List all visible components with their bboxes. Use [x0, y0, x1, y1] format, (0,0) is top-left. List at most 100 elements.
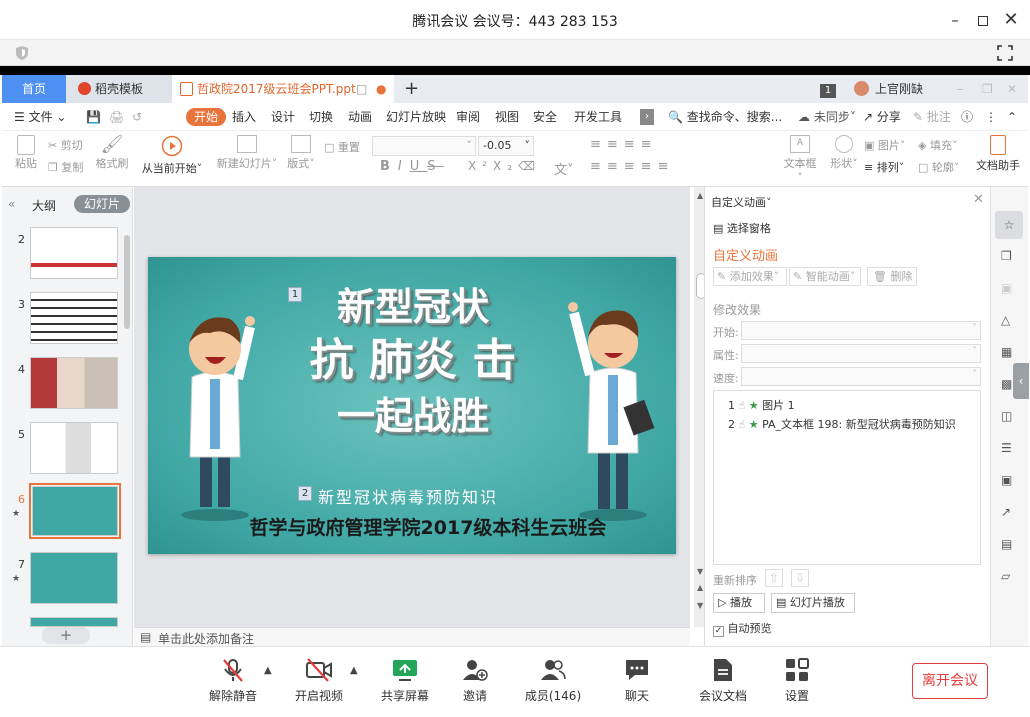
new-slide-button[interactable]: 新建幻灯片˅ [216, 135, 278, 171]
thumbnail-scrollbar[interactable] [124, 235, 130, 329]
slide-subtitle[interactable]: 新型冠状病毒预防知识 [318, 484, 498, 508]
quick-access-icons[interactable]: 💾🖨↺ [86, 103, 150, 131]
tab-slideshow[interactable]: 幻灯片放映 [386, 103, 446, 131]
tab-home[interactable]: 首页 [2, 75, 66, 103]
tab-insert[interactable]: 插入 [232, 103, 256, 131]
delete-effect-button[interactable]: 🗑 删除 [867, 267, 917, 286]
animation-item[interactable]: 1 ☝ ★ 图片 1 [728, 397, 795, 413]
wps-close-button[interactable]: ✕ [1007, 75, 1021, 103]
more-icon[interactable]: ⋮ [985, 103, 997, 131]
shape-button[interactable]: 形状˅ [828, 135, 860, 171]
file-menu[interactable]: ☰ 文件 ⌄ [14, 103, 66, 131]
layout-button[interactable]: 版式˅ [286, 135, 316, 171]
add-effect-button[interactable]: ✎ 添加效果˅ [713, 267, 787, 286]
slide-footer[interactable]: 哲学与政府管理学院2017级本科生云班会 [228, 513, 628, 540]
members-button[interactable]: 成员(146) [516, 657, 590, 704]
invite-button[interactable]: 邀请 [440, 657, 510, 704]
archive-icon[interactable]: ▤ [1001, 537, 1012, 551]
font-family-select[interactable]: ˅ [372, 136, 476, 156]
cut-button[interactable]: ✂ 剪切 [48, 137, 83, 153]
grid-icon[interactable]: ▩ [1001, 377, 1012, 391]
tab-template[interactable]: 稻壳模板 [66, 75, 172, 103]
slide-thumbnail[interactable] [30, 617, 118, 627]
export-icon[interactable]: ↗ [1001, 505, 1011, 519]
annotate-button[interactable]: ✎ 批注 [913, 103, 951, 131]
tab-review[interactable]: 审阅 [456, 103, 480, 131]
minimize-button[interactable]: – [943, 8, 967, 32]
copy-button[interactable]: ❐ 复制 [48, 159, 83, 175]
autopreview-checkbox[interactable]: ✓ 自动预览 [713, 620, 772, 637]
arrange-button[interactable]: ≡ 排列˅ [864, 159, 904, 175]
wps-restore-button[interactable]: ❐ [982, 75, 996, 103]
animation-tag[interactable]: 1 [288, 287, 302, 302]
audio-options-icon[interactable]: ▲ [264, 665, 272, 676]
window-icon[interactable]: □ [356, 75, 367, 103]
move-up-button[interactable]: ⇧ [765, 569, 783, 587]
tab-security[interactable]: 安全 [533, 103, 557, 131]
animation-tool-icon[interactable]: ☆ [995, 211, 1023, 239]
doc-assistant-button[interactable]: 文档助手 [974, 135, 1022, 173]
speed-select[interactable]: ˅ [741, 367, 981, 386]
shield-icon[interactable] [14, 45, 30, 61]
new-tab-button[interactable]: + [404, 75, 424, 103]
table-icon[interactable]: ▦ [1001, 345, 1012, 359]
outline-tab[interactable]: 大纲 [32, 197, 56, 214]
slide-thumbnail[interactable] [30, 552, 118, 604]
tab-view[interactable]: 视图 [495, 103, 519, 131]
tab-design[interactable]: 设计 [271, 103, 295, 131]
prev-slide-icon[interactable]: ▲ [697, 583, 703, 592]
share-button[interactable]: ↗ 分享 [863, 103, 901, 131]
scroll-up-icon[interactable]: ▲ [697, 191, 703, 200]
settings-button[interactable]: 设置 [762, 657, 832, 704]
reset-button[interactable]: □ 重置 [324, 139, 360, 155]
collapse-ribbon-icon[interactable]: ⌃ [1007, 103, 1017, 131]
next-slide-icon[interactable]: ▼ [697, 601, 703, 610]
slide-thumbnail[interactable] [30, 422, 118, 474]
font-color-button[interactable]: 文˅ [554, 159, 574, 178]
slide-thumbnail[interactable] [30, 357, 118, 409]
video-options-icon[interactable]: ▲ [350, 665, 358, 676]
share-screen-button[interactable]: 共享屏幕 [370, 657, 440, 704]
add-slide-button[interactable]: + [42, 627, 90, 644]
property-select[interactable]: ˅ [741, 344, 981, 363]
command-search[interactable]: 🔍 查找命令、搜索... [668, 103, 782, 131]
share-tool-icon[interactable]: ▱ [1001, 569, 1010, 583]
tab-transition[interactable]: 切换 [309, 103, 333, 131]
animation-tag[interactable]: 2 [298, 486, 312, 501]
transition-tool-icon[interactable]: ❐ [1001, 249, 1012, 263]
outline-button[interactable]: □ 轮廓˅ [918, 159, 959, 175]
start-video-button[interactable]: 开启视频 [284, 657, 354, 704]
panel-close-icon[interactable]: ✕ [973, 192, 984, 207]
slide-thumbnail[interactable] [30, 227, 118, 279]
format-painter-button[interactable]: 🖌 格式刷 [94, 135, 130, 171]
start-select[interactable]: ˅ [741, 321, 981, 340]
picture-button[interactable]: ▣ 图片˅ [864, 137, 905, 153]
disabled-tool-icon[interactable]: ▣ [1001, 281, 1012, 295]
chart-icon[interactable]: ◫ [1001, 409, 1012, 423]
animation-item[interactable]: 2 ☝ ★ PA_文本框 198: 新型冠状病毒预防知识 [728, 416, 956, 432]
tab-animation[interactable]: 动画 [348, 103, 372, 131]
script-format-buttons[interactable]: X²X₂⌫ [468, 159, 541, 173]
smart-animation-button[interactable]: ✎ 智能动画˅ [789, 267, 861, 286]
help-icon[interactable]: ⓘ [961, 103, 973, 131]
slideshow-button[interactable]: ▤ 幻灯片播放 [771, 593, 855, 613]
image-icon[interactable]: ▣ [1001, 473, 1012, 487]
list-format-buttons[interactable]: ≡≡≡≡ [590, 137, 658, 152]
expand-panel-button[interactable]: ‹ [1013, 363, 1029, 399]
slide-thumbnail[interactable] [30, 292, 118, 344]
play-button[interactable]: ▷ 播放 [713, 593, 765, 613]
notes-area[interactable]: ▤ 单击此处添加备注 [134, 627, 690, 646]
slide-thumbnail-selected[interactable] [29, 483, 121, 539]
fill-button[interactable]: ◈ 填充˅ [918, 137, 957, 153]
font-size-select[interactable]: -0.05 ˅ [478, 136, 534, 156]
menu-scroll-right-button[interactable]: › [640, 109, 654, 125]
meeting-docs-button[interactable]: 会议文档 [688, 657, 758, 704]
settings-sliders-icon[interactable]: ☰ [1001, 441, 1012, 455]
slide-6[interactable]: 新型冠状 抗 肺炎 击 一起战胜 1 2 新型冠状病毒预防知识 哲学与政府管理学… [148, 257, 676, 554]
close-button[interactable]: ✕ [999, 8, 1023, 32]
paste-button[interactable]: 粘贴 [12, 135, 40, 171]
chat-button[interactable]: 聊天 [602, 657, 672, 704]
play-from-current-button[interactable]: 从当前开始˅ [140, 135, 204, 176]
user-account[interactable]: 上官刚缺 [854, 75, 954, 103]
tab-developer[interactable]: 开发工具 [574, 103, 622, 131]
